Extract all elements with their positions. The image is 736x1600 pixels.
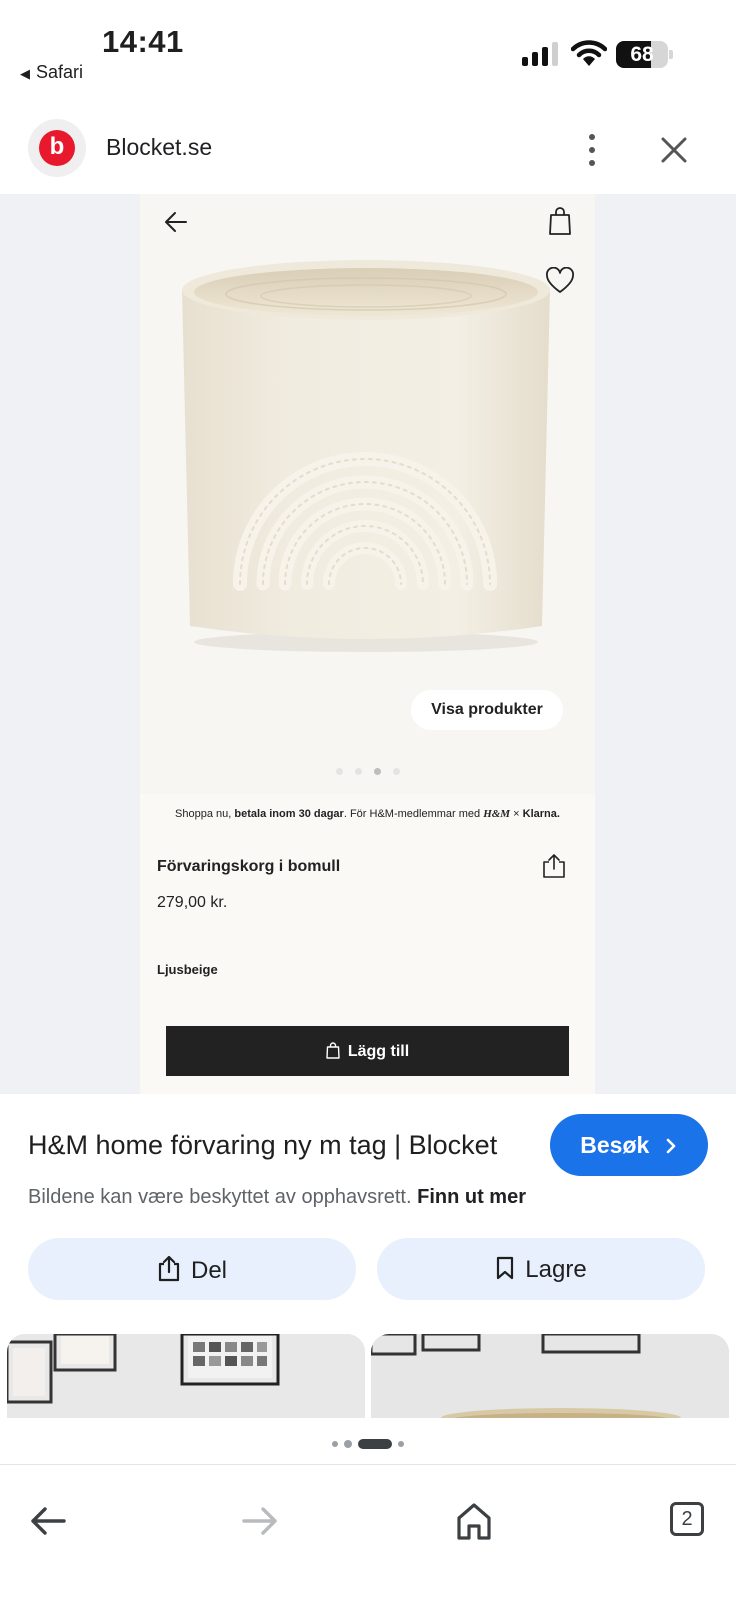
image-carousel-dots bbox=[140, 762, 595, 780]
related-image-1 bbox=[7, 1334, 365, 1418]
bottom-navigation: 2 bbox=[0, 1464, 736, 1600]
product-price: 279,00 kr. bbox=[157, 894, 228, 911]
learn-more-link[interactable]: Finn ut mer bbox=[417, 1186, 526, 1208]
cellular-signal-icon bbox=[522, 42, 560, 66]
close-icon[interactable] bbox=[656, 132, 692, 168]
carousel-dot bbox=[373, 768, 381, 775]
pager-dot bbox=[398, 1440, 404, 1447]
payment-info-text: Shoppa nu, betala inom 30 dagar. För H&M… bbox=[140, 808, 595, 820]
home-icon[interactable] bbox=[452, 1499, 496, 1543]
site-logo-letter: b bbox=[39, 130, 75, 166]
status-time: 14:41 bbox=[102, 24, 184, 59]
save-button[interactable]: Lagre bbox=[377, 1238, 705, 1300]
product-image-area: Visa produkter bbox=[140, 194, 595, 794]
arrow-left-icon[interactable] bbox=[162, 208, 190, 236]
share-button-label: Del bbox=[190, 1256, 227, 1284]
back-triangle-icon: ◀ bbox=[20, 66, 30, 81]
product-color: Ljusbeige bbox=[157, 962, 218, 977]
add-to-cart-label: Lägg till bbox=[347, 1042, 410, 1060]
battery-percent: 68 bbox=[630, 43, 654, 66]
share-icon[interactable] bbox=[540, 852, 568, 880]
more-vert-icon[interactable] bbox=[586, 132, 598, 168]
wifi-icon bbox=[571, 40, 607, 66]
share-icon bbox=[158, 1255, 180, 1281]
status-bar: 14:41 ◀ Safari 68 bbox=[0, 0, 736, 100]
result-title[interactable]: H&M home förvaring ny m tag | Blocket bbox=[28, 1130, 497, 1161]
pager-dot bbox=[358, 1438, 392, 1449]
pager-dot bbox=[332, 1440, 338, 1447]
image-preview[interactable]: Visa produkter Shoppa nu, betala inom 30… bbox=[0, 194, 736, 1094]
related-image-thumbnail[interactable] bbox=[371, 1334, 729, 1418]
screenshot-content: Visa produkter Shoppa nu, betala inom 30… bbox=[140, 194, 595, 1094]
visa-produkter-button[interactable]: Visa produkter bbox=[411, 690, 563, 730]
pay-text-bold-1: betala inom 30 dagar bbox=[234, 808, 344, 820]
site-logo: b bbox=[28, 119, 86, 177]
related-image-thumbnail[interactable] bbox=[7, 1334, 365, 1418]
bookmark-icon bbox=[497, 1256, 514, 1279]
results-pager-dots bbox=[0, 1435, 736, 1453]
related-image-2 bbox=[371, 1334, 729, 1418]
pay-text-1: Shoppa nu, bbox=[175, 808, 235, 820]
arrow-right-icon[interactable] bbox=[238, 1499, 282, 1543]
pager-dot bbox=[344, 1439, 352, 1448]
carousel-dot bbox=[354, 768, 362, 775]
pay-text-3: × bbox=[510, 808, 523, 820]
visit-button[interactable]: Besøk bbox=[550, 1114, 708, 1176]
bag-icon bbox=[326, 1041, 340, 1059]
carousel-dot bbox=[335, 768, 343, 775]
tabs-count-button[interactable]: 2 bbox=[670, 1502, 704, 1536]
save-button-label: Lagre bbox=[525, 1255, 587, 1283]
pay-text-2: . För H&M-medlemmar med bbox=[343, 808, 484, 820]
site-name[interactable]: Blocket.se bbox=[106, 134, 212, 161]
copyright-notice: Bildene kan være beskyttet av opphavsret… bbox=[28, 1186, 526, 1209]
carousel-dot bbox=[392, 768, 400, 775]
visit-button-label: Besøk bbox=[580, 1131, 650, 1158]
klarna-logo-text: Klarna. bbox=[522, 808, 560, 820]
hm-logo-text: H&M bbox=[483, 808, 511, 820]
copyright-text: Bildene kan være beskyttet av opphavsret… bbox=[28, 1186, 412, 1208]
share-button[interactable]: Del bbox=[28, 1238, 356, 1300]
battery-tip bbox=[669, 50, 673, 59]
product-info: Shoppa nu, betala inom 30 dagar. För H&M… bbox=[140, 794, 595, 1094]
back-to-app-link[interactable]: ◀ Safari bbox=[20, 62, 83, 83]
product-basket-image bbox=[182, 260, 550, 652]
product-name: Förvaringskorg i bomull bbox=[157, 858, 341, 875]
add-to-cart-button[interactable]: Lägg till bbox=[166, 1026, 569, 1076]
arrow-left-icon[interactable] bbox=[26, 1499, 70, 1543]
back-app-label: Safari bbox=[36, 62, 84, 82]
chevron-right-icon bbox=[666, 1138, 676, 1153]
battery-icon: 68 bbox=[616, 41, 668, 68]
site-header: b Blocket.se bbox=[0, 110, 736, 194]
shopping-bag-icon[interactable] bbox=[547, 206, 573, 236]
